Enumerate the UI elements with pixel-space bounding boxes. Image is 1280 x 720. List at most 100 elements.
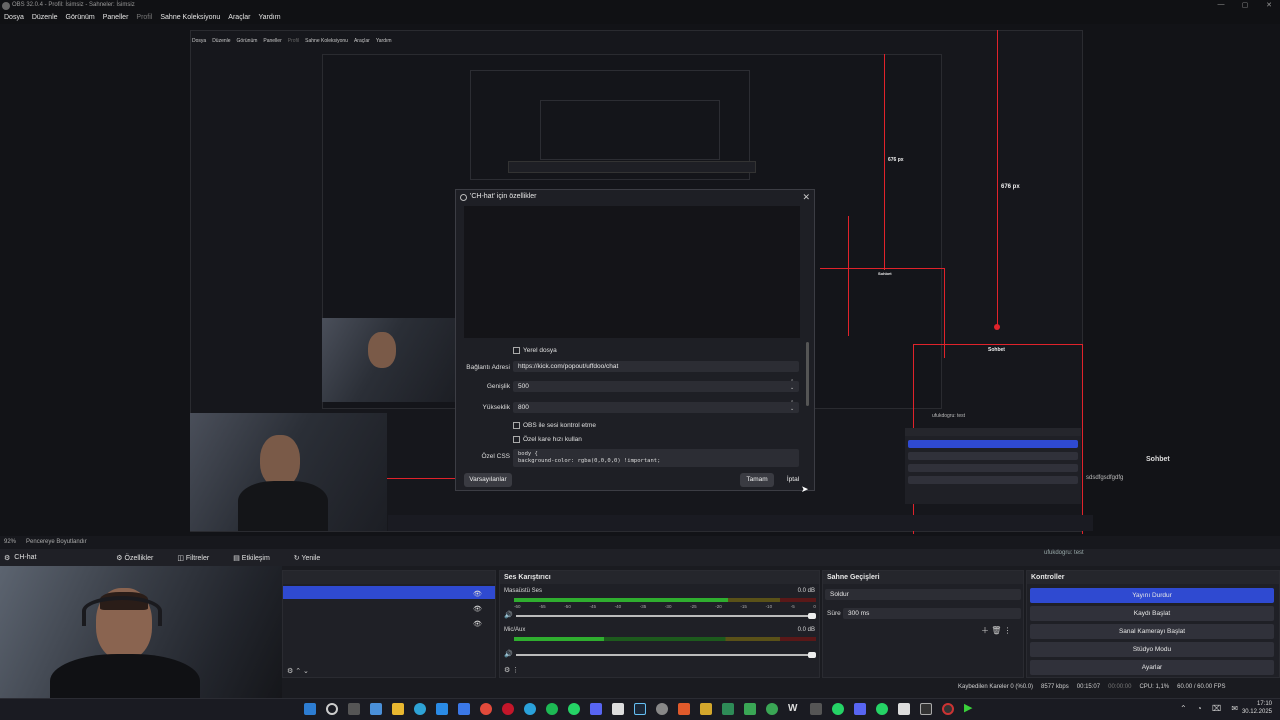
tray-clock[interactable]: 17:10 30.12.2025 [1240,700,1272,716]
settings-button[interactable]: Ayarlar [1030,660,1274,675]
edge-icon[interactable] [414,703,426,715]
css-editor[interactable]: body { background-color: rgba(0,0,0,0) !… [513,449,799,467]
nested-menu-item: Araçlar [353,38,370,44]
widgets-icon[interactable] [370,703,382,715]
guide-handle[interactable] [994,324,1000,330]
zoom-level[interactable]: 92% [4,539,16,546]
volume-slider[interactable] [516,654,816,656]
refresh-button[interactable]: ↻ Yenile [294,554,333,562]
app-icon[interactable] [678,703,690,715]
file-explorer-icon[interactable] [392,703,404,715]
duration-spinbox[interactable]: 300 ms [843,608,1021,619]
volume-slider-handle[interactable] [808,652,816,658]
obs-icon[interactable] [942,703,954,715]
whatsapp-icon[interactable] [876,703,888,715]
word-icon[interactable]: W [788,703,800,715]
task-view-icon[interactable] [348,703,360,715]
opera-icon[interactable] [502,703,514,715]
store-icon[interactable] [436,703,448,715]
app-icon[interactable] [898,703,910,715]
dialog-scrollbar[interactable] [806,342,809,406]
chrome-icon[interactable] [480,703,492,715]
ok-button[interactable]: Tamam [740,473,774,487]
eye-icon[interactable]: 👁 [473,605,482,613]
minimize-button[interactable]: — [1214,1,1228,11]
meter-level [514,598,728,602]
menu-bar: Dosya Düzenle Görünüm Paneller Profil Sa… [0,12,1280,24]
source-toolbar-icons[interactable]: ⚙ ⌃ ⌄ [287,667,309,675]
studio-mode-button[interactable]: Stüdyo Modu [1030,642,1274,657]
mail-icon[interactable] [458,703,470,715]
stream-time: 00:15:07 [1076,684,1101,690]
tick: -15 [740,604,747,609]
source-item-selected[interactable] [283,586,495,599]
local-file-checkbox[interactable] [513,347,520,354]
audio-mixer-dock: Ses Karıştırıcı Masaüstü Ses 0.0 dB -60 -… [499,570,820,678]
app-icon[interactable] [832,703,844,715]
discord-icon[interactable] [590,703,602,715]
url-input[interactable]: https://kick.com/popout/uffdoo/chat [513,361,799,372]
start-virtual-camera-button[interactable]: Sanal Kamerayı Başlat [1030,624,1274,639]
mixer-menu-icon[interactable]: ⚙ ⋮ [504,666,519,674]
scene-transitions-dock: Sahne Geçişleri Soldur Süre 300 ms ＋ 🗑 ⋮ [822,570,1024,678]
speaker-icon[interactable]: 🔊 [504,611,513,619]
properties-label: Özellikler [124,554,154,562]
dialog-close-icon[interactable]: ✕ [802,192,810,203]
app-icon[interactable] [766,703,778,715]
start-recording-button[interactable]: Kaydı Başlat [1030,606,1274,621]
menu-view[interactable]: Görünüm [66,12,95,24]
app-icon[interactable] [700,703,712,715]
maximize-button[interactable]: ▢ [1238,1,1252,11]
defaults-button[interactable]: Varsayılanlar [464,473,512,487]
scale-mode[interactable]: Pencereye Boyutlandır [26,539,87,546]
app-icon[interactable] [656,703,668,715]
menu-scene-collection[interactable]: Sahne Koleksiyonu [160,12,220,24]
height-spinbox[interactable]: 800 [513,402,799,413]
width-stepper-icon[interactable]: ⌃ ⌄ [790,379,794,391]
menu-tools[interactable]: Araçlar [228,12,250,24]
menu-help[interactable]: Yardım [258,12,280,24]
dimension-label: 676 px [1001,184,1020,190]
close-button[interactable]: ✕ [1262,1,1276,11]
recursive-frame [540,100,720,160]
menu-docks[interactable]: Paneller [103,12,129,24]
windows-start-icon[interactable] [304,703,316,715]
properties-button[interactable]: ⚙ Özellikler [116,554,165,562]
volume-slider-handle[interactable] [808,613,816,619]
notepad-icon[interactable] [612,703,624,715]
whatsapp-icon[interactable] [568,703,580,715]
width-spinbox[interactable]: 500 [513,381,799,392]
nested-dialog-titlebar [508,161,756,173]
eye-icon[interactable]: 👁 [473,620,482,628]
app-icon[interactable] [810,703,822,715]
steam-icon[interactable] [634,703,646,715]
play-icon[interactable]: ▶ [964,701,972,714]
obs-logo-icon [2,2,10,10]
transition-buttons[interactable]: ＋ 🗑 ⋮ [981,625,1012,636]
search-icon[interactable] [326,703,338,715]
tray-icons[interactable]: ⌃ ◔ ⌧ ✉ [1180,704,1242,713]
speaker-icon[interactable]: 🔊 [504,650,513,658]
filters-button[interactable]: ◫ Filtreler [177,554,221,562]
volume-slider[interactable] [516,615,816,617]
height-stepper-icon[interactable]: ⌃ ⌄ [790,400,794,412]
menu-file[interactable]: Dosya [4,12,24,24]
app-icon[interactable] [744,703,756,715]
telegram-icon[interactable] [524,703,536,715]
interact-button[interactable]: ▤ Etkileşim [233,554,282,562]
spotify-icon[interactable] [546,703,558,715]
app-icon[interactable] [722,703,734,715]
nested-taskbar [388,515,1093,531]
custom-fps-checkbox[interactable] [513,436,520,443]
obs-audio-checkbox[interactable] [513,422,520,429]
eye-icon[interactable]: 👁 [473,590,482,598]
channel-name: Mic/Aux [504,627,526,633]
app-icon[interactable] [854,703,866,715]
controls-header: Kontroller [1027,571,1279,584]
tick: -25 [690,604,697,609]
stop-streaming-button[interactable]: Yayını Durdur [1030,588,1274,603]
app-icon[interactable] [920,703,932,715]
menu-edit[interactable]: Düzenle [32,12,58,24]
transition-select[interactable]: Soldur [825,589,1021,600]
menu-profile[interactable]: Profil [136,12,152,24]
